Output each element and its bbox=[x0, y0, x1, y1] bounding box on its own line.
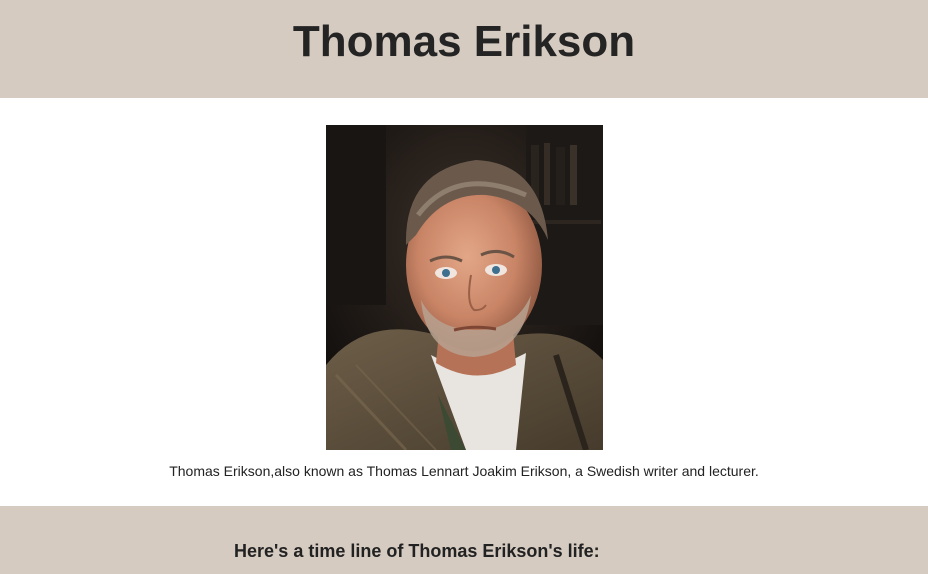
portrait-illustration bbox=[326, 125, 603, 450]
page-title: Thomas Erikson bbox=[292, 17, 636, 66]
timeline-heading: Here's a time line of Thomas Erikson's l… bbox=[234, 541, 600, 561]
portrait-image bbox=[326, 125, 603, 450]
page-header: Thomas Erikson bbox=[0, 0, 928, 98]
timeline-section: Here's a time line of Thomas Erikson's l… bbox=[0, 506, 928, 574]
portrait-caption: Thomas Erikson,also known as Thomas Lenn… bbox=[169, 463, 759, 479]
